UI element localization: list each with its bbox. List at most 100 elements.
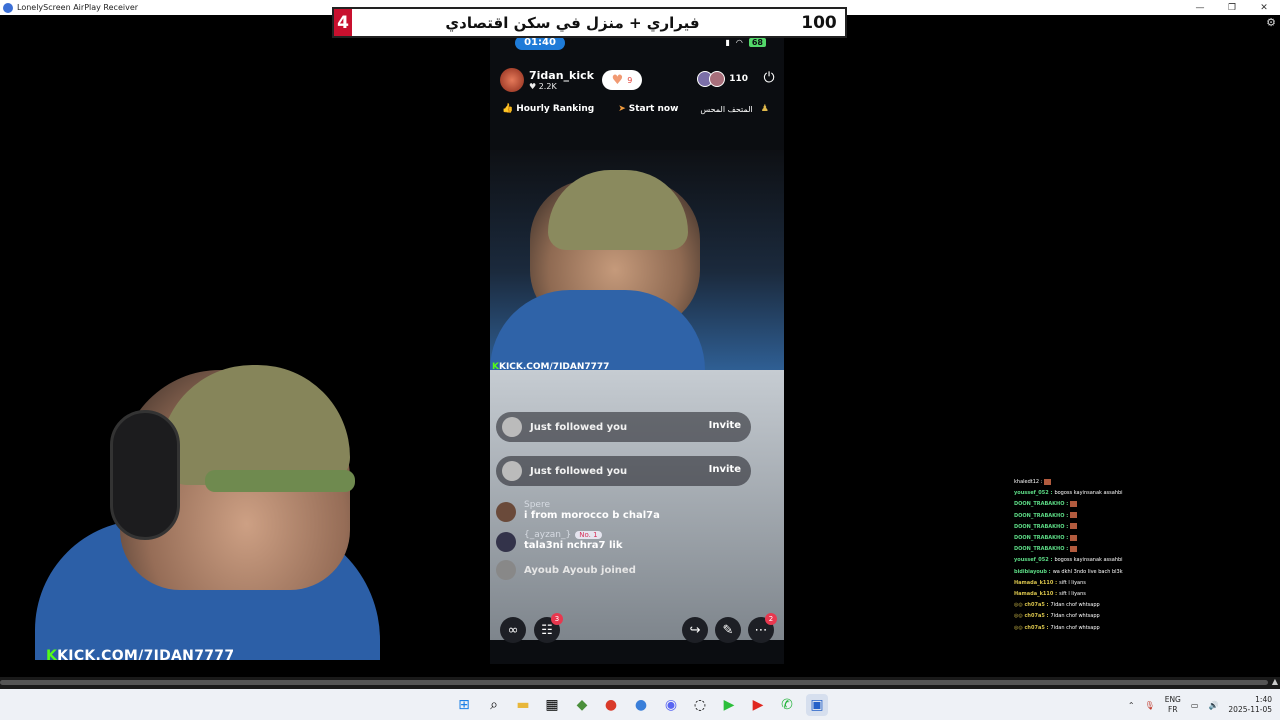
taskbar-clock[interactable]: 1:40 2025-11-05 (1228, 695, 1272, 715)
side-chat-text: bogoss kayinsanak assahbi (1054, 557, 1123, 564)
layers-app-icon[interactable]: ◆ (571, 694, 593, 716)
side-chat-text: wa dkhl 3ndo live bach bl3k (1052, 568, 1123, 575)
chat-avatar[interactable] (496, 502, 516, 522)
side-chat-line: bidibiayoub : wa dkhl 3ndo live bach bl3k (1014, 567, 1154, 578)
guests-icon[interactable]: ☷ 3 (534, 613, 563, 643)
side-chat-user: DOON_TRABAKHO : (1014, 501, 1069, 508)
emote-icon (1070, 523, 1078, 530)
side-chat-user: ◎◎ ch07a5 : (1014, 613, 1049, 620)
host-avatar[interactable] (500, 68, 524, 92)
live-bottom-bar: ∞ ☷ 3 ↪ ✎ ⋯ 2 (490, 613, 784, 644)
power-exit-icon[interactable]: ⏻ (760, 70, 778, 88)
follow-notice: Just followed you Invite (496, 456, 751, 486)
phone-status-bar: 01:40 ▮ ◠ 68 (490, 36, 784, 50)
lonelyscreen-app-icon (3, 2, 13, 13)
network-icon[interactable]: ▭ (1191, 701, 1199, 710)
side-chat-user: ◎◎ ch07a5 : (1014, 602, 1049, 609)
host-like-pill[interactable]: ♥ 9 (601, 70, 642, 90)
live-chat: Just followed you Invite Just followed y… (496, 412, 751, 580)
viewer-avatars[interactable]: 110 (697, 71, 748, 87)
joined-text: Ayoub Ayoub joined (524, 564, 636, 576)
settings-gear-icon[interactable]: ⚙ (1266, 16, 1276, 29)
chrome-profile-icon[interactable]: ● (630, 694, 652, 716)
follow-text: Just followed you (530, 465, 628, 477)
share-icon[interactable]: ↪ (682, 617, 708, 643)
snipping-tool-icon[interactable]: ◌ (689, 694, 711, 716)
side-chat-line: Hamada_k110 : sift l liyans (1014, 589, 1154, 600)
side-chat-user: Hamada_k110 : (1014, 579, 1058, 586)
start-now-button[interactable]: ➤ Start now (618, 104, 678, 114)
system-indicators: ▮ ◠ 68 (725, 38, 766, 47)
emote-icon (1070, 500, 1078, 507)
side-chat-line: khaledt12 : (1014, 477, 1154, 488)
side-chat-line: youssef_052 : bogoss kayinsanak assahbi (1014, 555, 1154, 566)
edit-wand-icon[interactable]: ✎ (715, 617, 741, 643)
side-chat-user: DOON_TRABAKHO : (1014, 535, 1069, 542)
close-button[interactable]: ✕ (1248, 0, 1280, 15)
system-tray: ⌃ 🎙 ENG FR ▭ 🔊 1:40 2025-11-05 (1128, 692, 1272, 718)
host-name: 7idan_kick (529, 69, 594, 82)
invite-button[interactable]: Invite (709, 464, 741, 475)
file-explorer-icon[interactable]: ▬ (512, 694, 534, 716)
host-info[interactable]: 7idan_kick ♥ 2.2K ♥ 9 (500, 68, 642, 92)
follower-avatar (502, 417, 522, 437)
side-chat-user: youssef_052 : (1014, 490, 1053, 497)
rank-badge: No. 1 (575, 531, 602, 539)
whatsapp-icon[interactable]: ✆ (776, 694, 798, 716)
side-chat-user: youssef_052 : (1014, 557, 1053, 564)
banner-text: فيراري + منزل في سكن اقتصادي (445, 13, 700, 32)
chat-username[interactable]: Spere (524, 500, 660, 510)
side-chat-overlay: khaledt12 : youssef_052 : bogoss kayinsana… (1014, 477, 1154, 634)
hourly-ranking-button[interactable]: 👍 Hourly Ranking (502, 104, 594, 114)
side-chat-line: youssef_052 : bogoss kayinsanak assahbi (1014, 488, 1154, 499)
chat-username[interactable]: {_ayzan_} No. 1 (524, 530, 622, 540)
side-chat-text: 7idan chof whtsapp (1050, 624, 1100, 631)
chrome-icon[interactable]: ● (600, 694, 622, 716)
side-chat-line: DOON_TRABAKHO : (1014, 533, 1154, 544)
video-kick-link: KKICK.COM/7IDAN7777 (492, 362, 610, 372)
scrollbar-thumb[interactable] (0, 680, 1268, 685)
joined-avatar (496, 560, 516, 580)
kick-app-icon[interactable]: ▶ (718, 694, 740, 716)
minimize-button[interactable]: — (1184, 0, 1216, 15)
invite-button[interactable]: Invite (709, 420, 741, 431)
emote-icon (1044, 478, 1052, 485)
arabic-tag[interactable]: المتحف المحس (700, 105, 752, 114)
viewer-count: 110 (729, 74, 748, 84)
host-likes: ♥ 2.2K (529, 82, 557, 91)
more-options-icon[interactable]: ⋯ 2 (748, 613, 777, 643)
side-chat-user: DOON_TRABAKHO : (1014, 512, 1069, 519)
scroll-up-icon[interactable]: ▲ (1272, 677, 1278, 686)
youtube-icon[interactable]: ▶ (747, 694, 769, 716)
microphone-icon[interactable]: 🎙 (1145, 701, 1155, 710)
lonelyscreen-taskbar-icon[interactable]: ▣ (806, 694, 828, 716)
battery-indicator: 68 (748, 38, 766, 47)
start-windows-icon[interactable]: ⊞ (453, 694, 475, 716)
discord-icon[interactable]: ◉ (660, 694, 682, 716)
volume-icon[interactable]: 🔊 (1208, 701, 1218, 710)
chat-avatar[interactable] (496, 532, 516, 552)
side-chat-text: 7idan chof whtsapp (1050, 613, 1100, 620)
top-banner: 4 فيراري + منزل في سكن اقتصادي 100 (332, 7, 847, 38)
search-icon[interactable]: ⌕ (483, 694, 505, 716)
emote-icon (1070, 534, 1078, 541)
wifi-icon: ◠ (735, 38, 743, 47)
infinity-effects-icon[interactable]: ∞ (500, 617, 526, 643)
side-chat-line: DOON_TRABAKHO : (1014, 511, 1154, 522)
store-icon[interactable]: ▦ (541, 694, 563, 716)
side-chat-text: 7idan chof whtsapp (1050, 602, 1100, 609)
side-chat-text: sift l liyans (1059, 579, 1086, 586)
webcam-overlay: KKICK.COM/7IDAN7777 (0, 330, 382, 660)
window-controls: — ❐ ✕ (1184, 0, 1280, 15)
side-chat-line: DOON_TRABAKHO : (1014, 522, 1154, 533)
guests-badge: 3 (551, 613, 563, 625)
side-chat-line: ◎◎ ch07a5 :7idan chof whtsapp (1014, 600, 1154, 611)
chat-message: Spere i from morocco b chal7a (496, 500, 751, 522)
language-indicator[interactable]: ENG FR (1165, 695, 1181, 715)
horizontal-scrollbar[interactable]: ▲ (0, 677, 1280, 689)
show-hidden-icons-chevron-icon[interactable]: ⌃ (1128, 701, 1135, 710)
gift-icon[interactable]: ♟ (761, 104, 769, 114)
restore-button[interactable]: ❐ (1216, 0, 1248, 15)
window-title: LonelyScreen AirPlay Receiver (17, 3, 139, 12)
side-chat-line: ◎◎ ch07a5 :7idan chof whtsapp (1014, 611, 1154, 622)
